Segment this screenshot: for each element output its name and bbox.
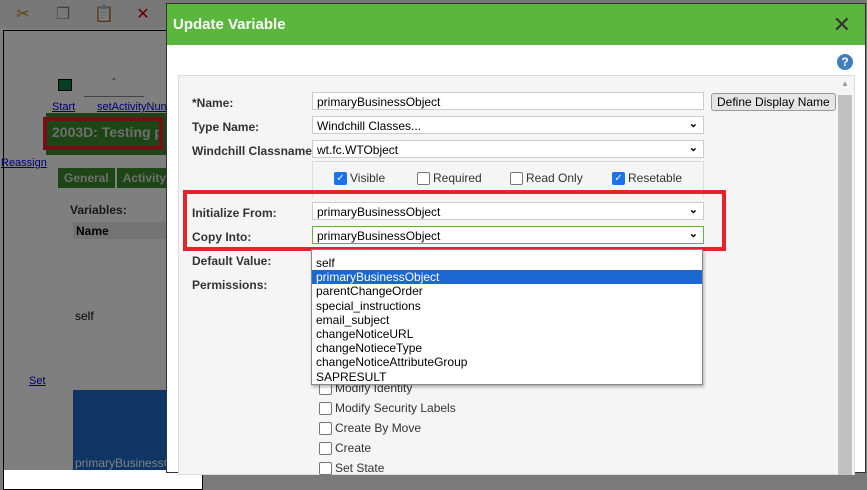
- permission-label: Create: [335, 441, 372, 455]
- highlight-box: [183, 190, 726, 251]
- checkbox-icon: [417, 171, 430, 185]
- type-name-value: Windchill Classes...: [317, 119, 422, 133]
- permissions-label: Permissions:: [192, 278, 268, 292]
- permission-create-by-move[interactable]: Create By Move: [319, 421, 421, 435]
- scroll-up-icon[interactable]: ▲: [838, 79, 852, 88]
- read-only-checkbox[interactable]: Read Only: [510, 171, 583, 185]
- dropdown-option[interactable]: email_subject: [312, 313, 702, 327]
- dropdown-option[interactable]: SAPRESULT: [312, 370, 702, 384]
- classname-label: Windchill Classname:: [192, 144, 316, 158]
- permission-create[interactable]: Create: [319, 441, 371, 455]
- dropdown-option[interactable]: parentChangeOrder: [312, 284, 702, 298]
- permission-label: Create By Move: [335, 421, 422, 435]
- dialog-title: Update Variable: [173, 16, 286, 33]
- classname-value: wt.fc.WTObject: [317, 143, 399, 157]
- read-only-label: Read Only: [526, 171, 583, 185]
- resetable-checkbox[interactable]: ✓ Resetable: [612, 171, 682, 185]
- define-display-name-button[interactable]: Define Display Name: [711, 93, 836, 111]
- checkbox-checked-icon: ✓: [612, 171, 625, 185]
- permission-label: Modify Security Labels: [335, 401, 456, 415]
- checkbox-icon: [319, 461, 332, 475]
- help-icon[interactable]: ?: [837, 54, 853, 70]
- required-checkbox[interactable]: Required: [417, 171, 482, 185]
- copy-into-dropdown-list[interactable]: self primaryBusinessObject parentChangeOrd…: [311, 249, 703, 385]
- close-icon[interactable]: ✕: [833, 12, 851, 38]
- visible-label: Visible: [350, 171, 386, 185]
- visible-checkbox[interactable]: ✓ Visible: [334, 171, 385, 185]
- permission-modify-security-labels[interactable]: Modify Security Labels: [319, 401, 456, 415]
- name-input[interactable]: primaryBusinessObject: [312, 92, 704, 110]
- resetable-label: Resetable: [628, 171, 683, 185]
- checkbox-checked-icon: ✓: [334, 171, 347, 185]
- default-value-label: Default Value:: [192, 254, 272, 268]
- type-name-label: Type Name:: [192, 120, 260, 134]
- chevron-down-icon: ⌄: [688, 142, 698, 154]
- permission-label: Set State: [335, 461, 385, 475]
- checkbox-icon: [510, 171, 523, 185]
- permission-set-state[interactable]: Set State: [319, 461, 384, 475]
- dropdown-option[interactable]: self: [312, 256, 702, 270]
- dialog-header: Update Variable ✕: [167, 4, 865, 45]
- name-value: primaryBusinessObject: [317, 95, 441, 109]
- dropdown-option[interactable]: special_instructions: [312, 299, 702, 313]
- required-label: Required: [433, 171, 482, 185]
- dropdown-option[interactable]: primaryBusinessObject: [312, 270, 702, 285]
- name-label: *Name:: [192, 96, 234, 110]
- scrollbar[interactable]: ▲: [838, 79, 852, 479]
- checkbox-icon: [319, 401, 332, 415]
- dropdown-option[interactable]: changeNotieceType: [312, 341, 702, 355]
- classname-select[interactable]: wt.fc.WTObject ⌄: [312, 140, 704, 158]
- checkbox-icon: [319, 421, 332, 435]
- dropdown-option[interactable]: changeNoticeAttributeGroup: [312, 355, 702, 369]
- checkbox-icon: [319, 441, 332, 455]
- type-name-select[interactable]: Windchill Classes... ⌄: [312, 116, 704, 134]
- chevron-down-icon: ⌄: [688, 118, 698, 130]
- scroll-thumb[interactable]: [838, 95, 852, 475]
- dropdown-option[interactable]: changeNoticeURL: [312, 327, 702, 341]
